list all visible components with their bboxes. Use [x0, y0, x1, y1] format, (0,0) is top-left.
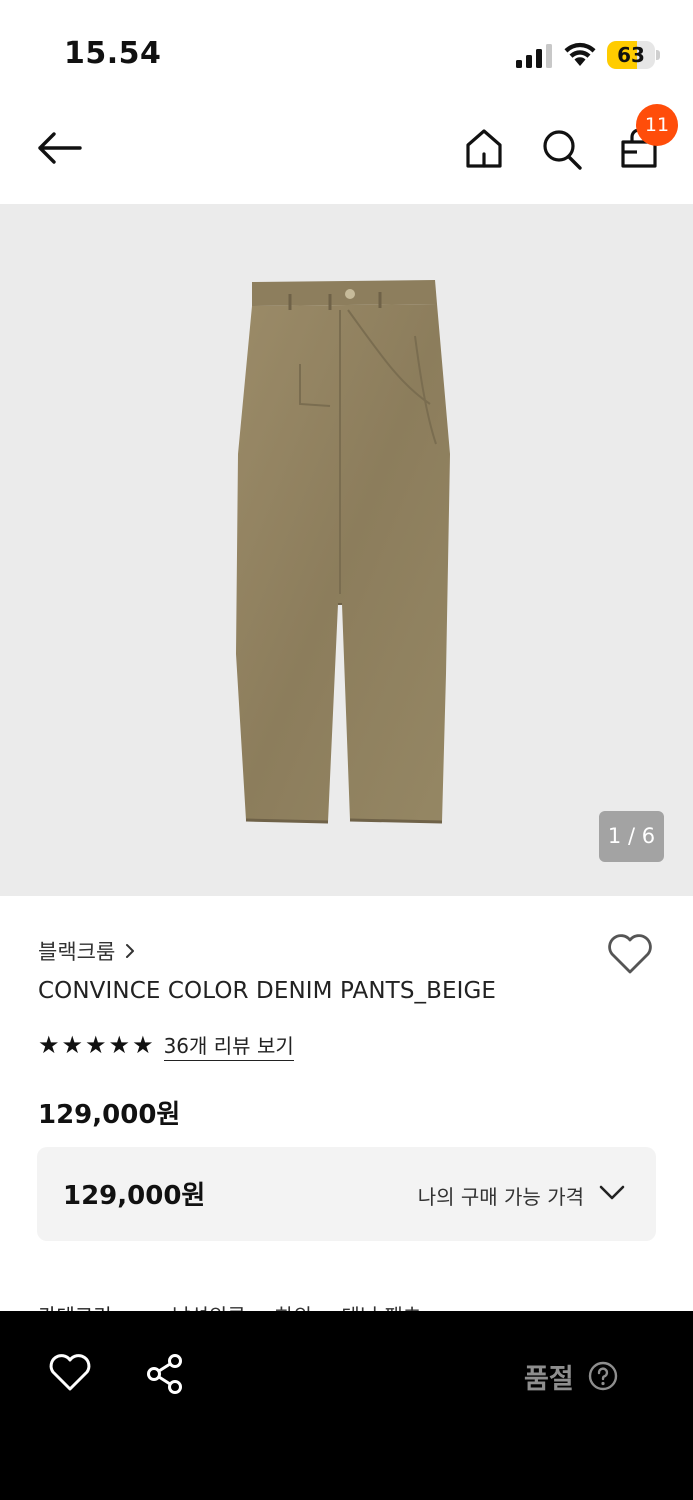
star-icon: ★ — [61, 1031, 84, 1059]
chevron-down-icon — [599, 1185, 625, 1200]
bottom-action-bar: 품절 — [0, 1311, 693, 1500]
product-detail-page: 15.54 63 11 1 / 6 블랙크룸 CONVINCE COLOR DE… — [0, 0, 693, 1500]
chevron-right-icon — [126, 944, 135, 958]
search-icon[interactable] — [540, 126, 584, 172]
star-icon: ★ — [132, 1031, 154, 1059]
product-title: CONVINCE COLOR DENIM PANTS_BEIGE — [38, 978, 497, 1004]
question-circle-icon[interactable] — [588, 1361, 618, 1391]
reviews-link[interactable]: 36개 리뷰 보기 — [163, 1030, 294, 1061]
brand-link[interactable]: 블랙크룸 — [38, 936, 135, 966]
product-image-gallery[interactable]: 1 / 6 — [0, 204, 693, 896]
star-icon: ★ — [38, 1031, 60, 1059]
arrow-left-icon[interactable] — [34, 126, 86, 170]
product-image[interactable] — [230, 274, 460, 834]
battery-indicator: 63 — [607, 41, 660, 69]
share-icon[interactable] — [144, 1353, 186, 1395]
home-icon[interactable] — [462, 126, 506, 172]
star-icon: ★ — [108, 1031, 131, 1059]
product-price: 129,000원 — [38, 1100, 181, 1130]
cart-count-badge: 11 — [636, 104, 678, 146]
top-nav — [0, 100, 693, 202]
my-price-label: 나의 구매 가능 가격 — [417, 1185, 584, 1209]
sold-out-label: 품절 — [524, 1364, 574, 1395]
brand-name[interactable]: 블랙크룸 — [38, 936, 115, 966]
cellular-signal-icon — [516, 44, 552, 68]
heart-outline-icon[interactable] — [606, 932, 654, 976]
rating-row: ★ ★ ★ ★ ★ 36개 리뷰 보기 — [38, 1028, 294, 1062]
battery-percent: 63 — [617, 43, 645, 67]
status-bar: 15.54 63 — [0, 0, 693, 100]
rating-stars: ★ ★ ★ ★ ★ — [38, 1033, 156, 1057]
wifi-icon — [564, 42, 596, 66]
star-icon: ★ — [85, 1031, 107, 1059]
my-price-dropdown[interactable]: 129,000원 나의 구매 가능 가격 — [37, 1147, 656, 1241]
heart-outline-icon[interactable] — [48, 1353, 92, 1393]
status-time: 15.54 — [64, 36, 162, 71]
image-counter: 1 / 6 — [599, 811, 664, 862]
my-price-value: 129,000원 — [63, 1181, 206, 1211]
